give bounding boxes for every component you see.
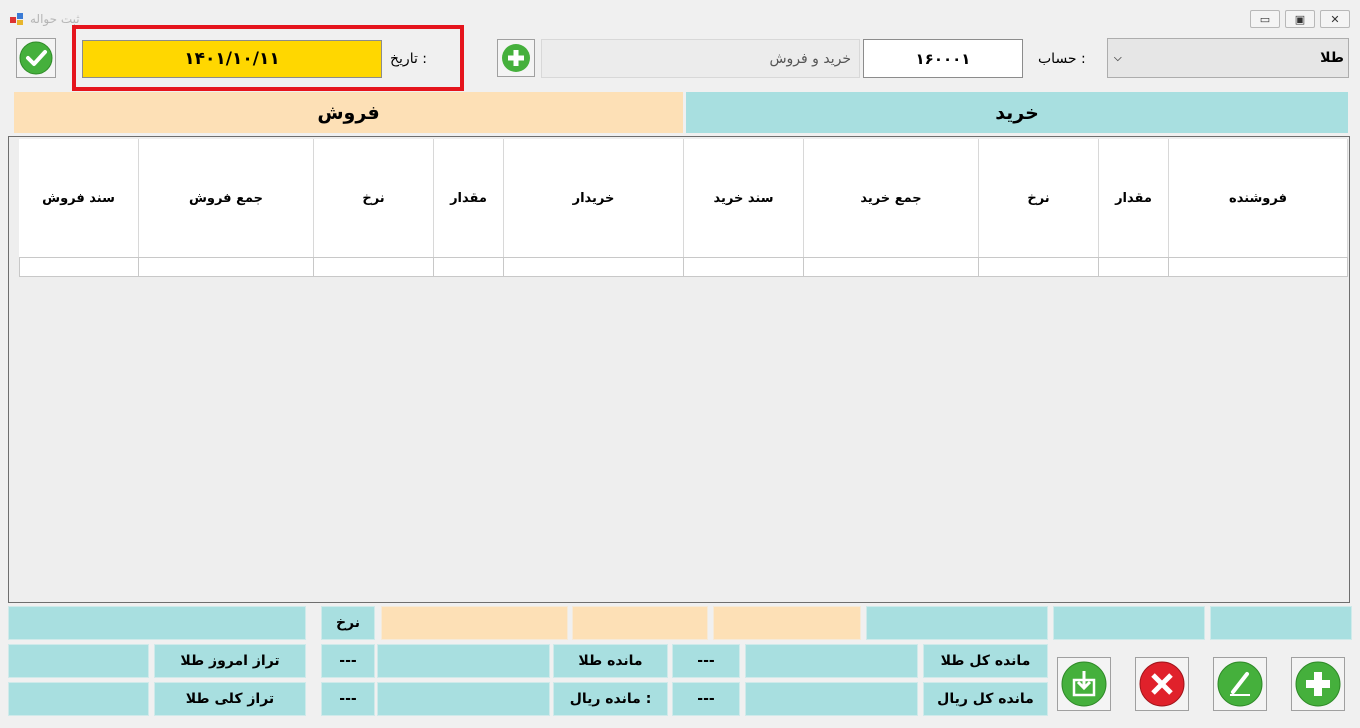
- minimize-button[interactable]: ▭: [1250, 10, 1280, 28]
- table-cell[interactable]: [434, 257, 504, 277]
- table-cell[interactable]: [314, 257, 434, 277]
- doc-type-field: خرید و فروش: [541, 39, 860, 78]
- buy-panel-header: خرید: [686, 92, 1348, 133]
- account-label: حساب :: [1038, 51, 1086, 67]
- product-select-value: طلا: [1320, 50, 1344, 66]
- add-doc-type-button[interactable]: [497, 39, 535, 77]
- edit-icon: [1217, 661, 1263, 707]
- add-icon: [502, 44, 530, 72]
- dash-value: ---: [321, 644, 375, 678]
- download-icon: [1061, 661, 1107, 707]
- total-gold-value: [745, 644, 918, 678]
- account-number-field[interactable]: ۱۶۰۰۰۱: [863, 39, 1023, 78]
- total-balance-value: [8, 682, 149, 716]
- table-cell[interactable]: [19, 257, 139, 277]
- date-field[interactable]: ۱۴۰۱/۱۰/۱۱: [82, 40, 382, 78]
- gold-balance-value: [377, 644, 550, 678]
- delete-icon: [1139, 661, 1185, 707]
- dash-value: ---: [672, 644, 740, 678]
- rate-label: نرخ: [321, 606, 375, 640]
- edit-button[interactable]: [1213, 657, 1267, 711]
- column-header-seller[interactable]: فروشنده: [1169, 139, 1348, 257]
- app-icon: [10, 11, 24, 25]
- close-window-button[interactable]: ✕: [1320, 10, 1350, 28]
- product-select[interactable]: ⌵ طلا: [1107, 38, 1349, 78]
- table-cell[interactable]: [139, 257, 314, 277]
- buy-summary-tile: [1053, 606, 1205, 640]
- summary-tile: [8, 606, 306, 640]
- table-cell[interactable]: [1169, 257, 1348, 277]
- table-cell[interactable]: [684, 257, 804, 277]
- sell-panel-header: فروش: [14, 92, 683, 133]
- column-header-sell-rate[interactable]: نرخ: [314, 139, 434, 257]
- total-rial-label: مانده کل ریال: [923, 682, 1048, 716]
- confirm-button[interactable]: [16, 38, 56, 78]
- chevron-down-icon: ⌵: [1114, 52, 1122, 64]
- buy-summary-tile: [866, 606, 1048, 640]
- column-header-sell-total[interactable]: جمع فروش: [139, 139, 314, 257]
- add-button[interactable]: [1291, 657, 1345, 711]
- add-icon: [1295, 661, 1341, 707]
- sell-summary-tile: [381, 606, 568, 640]
- column-header-sell-quantity[interactable]: مقدار: [434, 139, 504, 257]
- table-cell[interactable]: [804, 257, 979, 277]
- column-header-buy-quantity[interactable]: مقدار: [1099, 139, 1169, 257]
- rial-balance-value: [377, 682, 550, 716]
- rial-balance-label: مانده ریال :: [553, 682, 668, 716]
- delete-button[interactable]: [1135, 657, 1189, 711]
- dash-value: ---: [672, 682, 740, 716]
- column-header-buy-total[interactable]: جمع خرید: [804, 139, 979, 257]
- maximize-button[interactable]: ▣: [1285, 10, 1315, 28]
- total-balance-label: تراز کلی طلا: [154, 682, 306, 716]
- column-header-sell-document[interactable]: سند فروش: [19, 139, 139, 257]
- sell-summary-tile: [572, 606, 708, 640]
- window-title: ثبت حواله: [30, 12, 80, 26]
- sell-summary-tile: [713, 606, 861, 640]
- transactions-grid[interactable]: فروشنده مقدار نرخ جمع خرید سند خرید خرید…: [8, 136, 1350, 603]
- dash-value: ---: [321, 682, 375, 716]
- table-cell[interactable]: [979, 257, 1099, 277]
- save-download-button[interactable]: [1057, 657, 1111, 711]
- total-gold-label: مانده کل طلا: [923, 644, 1048, 678]
- total-rial-value: [745, 682, 918, 716]
- table-cell[interactable]: [504, 257, 684, 277]
- today-balance-value: [8, 644, 149, 678]
- column-header-buy-rate[interactable]: نرخ: [979, 139, 1099, 257]
- confirm-check-icon: [19, 41, 53, 75]
- today-balance-label: تراز امروز طلا: [154, 644, 306, 678]
- date-label: تاریخ :: [390, 51, 428, 67]
- table-cell[interactable]: [1099, 257, 1169, 277]
- column-header-buy-document[interactable]: سند خرید: [684, 139, 804, 257]
- gold-balance-label: مانده طلا: [553, 644, 668, 678]
- buy-summary-tile: [1210, 606, 1352, 640]
- column-header-buyer[interactable]: خریدار: [504, 139, 684, 257]
